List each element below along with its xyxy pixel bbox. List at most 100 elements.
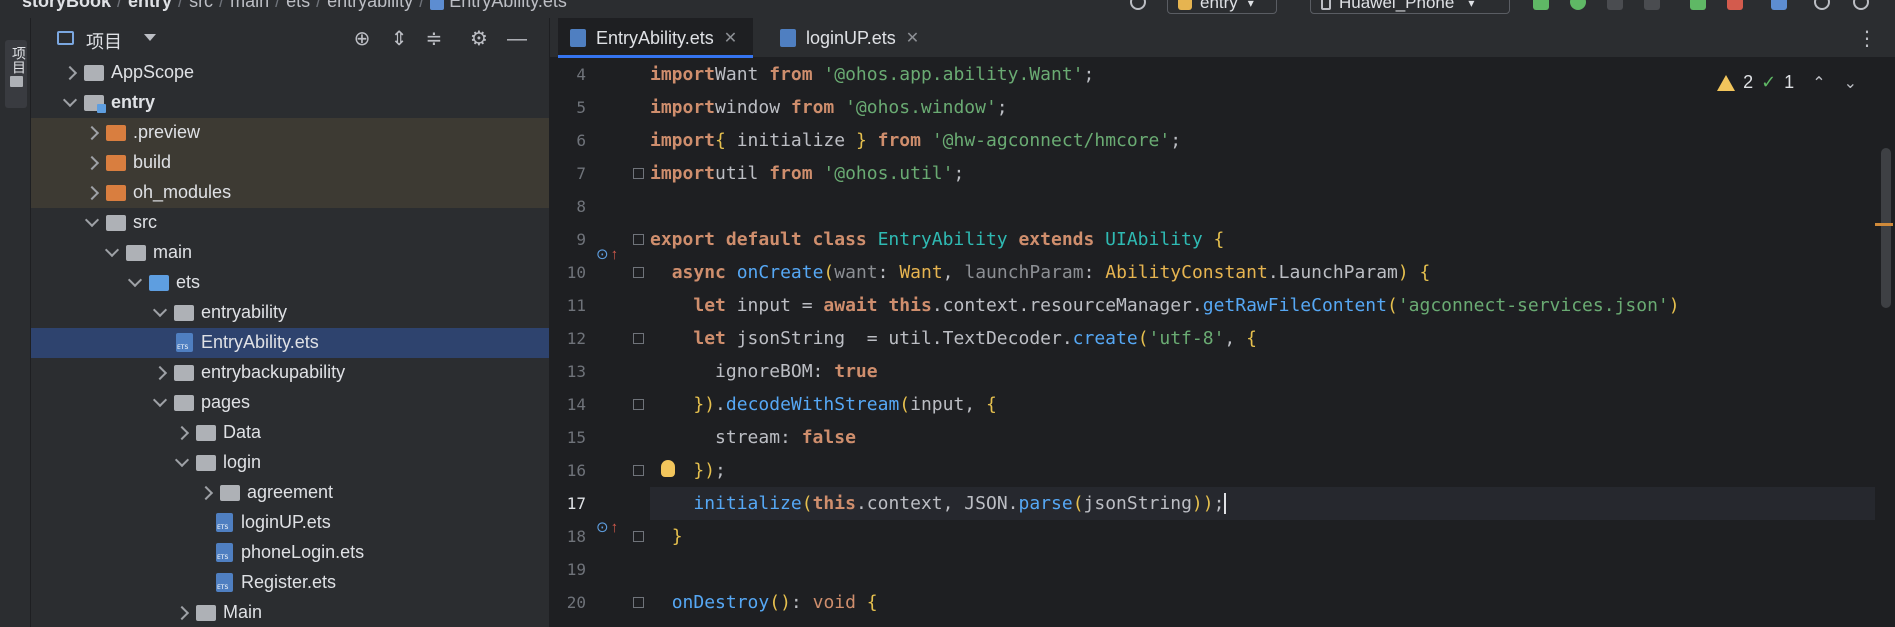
code-line[interactable]: initialize(this.context, JSON.parse(json… bbox=[650, 487, 1875, 520]
inspection-widget[interactable]: 2 ✓ 1 ⌃ ⌄ bbox=[1717, 72, 1857, 93]
code-line[interactable]: }).decodeWithStream(input, { bbox=[650, 388, 996, 421]
gear-icon[interactable] bbox=[1853, 0, 1869, 10]
tree-item[interactable]: AppScope bbox=[31, 58, 549, 88]
code-area[interactable]: importWant from '@ohos.app.ability.Want'… bbox=[650, 58, 1875, 627]
tree-item[interactable]: main bbox=[31, 238, 549, 268]
code-line[interactable]: export default class EntryAbility extend… bbox=[650, 223, 1224, 256]
device-manager-icon[interactable] bbox=[1771, 0, 1787, 10]
breadcrumb-item[interactable]: entry bbox=[128, 0, 172, 12]
more-tabs-icon[interactable]: ⋮ bbox=[1857, 26, 1877, 51]
tree-item[interactable]: ets bbox=[31, 268, 549, 298]
code-line[interactable]: } bbox=[650, 520, 683, 553]
fold-marker-icon[interactable] bbox=[633, 234, 644, 245]
code-line[interactable]: stream: false bbox=[650, 421, 856, 454]
tree-item[interactable]: entrybackupability bbox=[31, 358, 549, 388]
code-line[interactable]: async onCreate(want: Want, launchParam: … bbox=[650, 256, 1431, 289]
tree-item[interactable]: oh_modules bbox=[31, 178, 549, 208]
code-line[interactable]: importutil from '@ohos.util'; bbox=[650, 157, 964, 190]
chevron-right-icon[interactable] bbox=[84, 185, 100, 201]
tree-item[interactable]: src bbox=[31, 208, 549, 238]
chevron-down-icon[interactable] bbox=[62, 92, 78, 108]
chevron-down-icon[interactable] bbox=[174, 452, 190, 468]
chevron-down-icon[interactable] bbox=[127, 272, 143, 288]
apply-changes-icon[interactable] bbox=[1690, 0, 1706, 10]
chevron-down-icon[interactable] bbox=[152, 392, 168, 408]
fold-marker-icon[interactable] bbox=[633, 333, 644, 344]
breadcrumb-item[interactable]: EntryAbility.ets bbox=[449, 0, 567, 12]
warning-count: 2 bbox=[1743, 72, 1754, 92]
locate-file-icon[interactable]: ⊕ bbox=[351, 28, 373, 50]
stop-icon[interactable] bbox=[1727, 0, 1743, 10]
fold-marker-icon[interactable] bbox=[633, 267, 644, 278]
breadcrumb-separator: / bbox=[219, 0, 225, 11]
gear-icon[interactable]: ⚙ bbox=[468, 28, 490, 50]
tree-item[interactable]: build bbox=[31, 148, 549, 178]
chevron-right-icon[interactable] bbox=[84, 155, 100, 171]
code-line[interactable]: importWant from '@ohos.app.ability.Want'… bbox=[650, 58, 1094, 91]
tree-item[interactable]: entry bbox=[31, 88, 549, 118]
chevron-down-icon[interactable] bbox=[144, 34, 156, 41]
tree-item[interactable]: phoneLogin.ets bbox=[31, 538, 549, 568]
breadcrumb-item[interactable]: src bbox=[189, 0, 213, 12]
device-select[interactable]: Huawei_Phone ▾ bbox=[1310, 0, 1510, 14]
code-line[interactable]: let jsonString = util.TextDecoder.create… bbox=[650, 322, 1257, 355]
chevron-down-icon[interactable] bbox=[152, 302, 168, 318]
editor-scrollbar[interactable] bbox=[1875, 58, 1895, 627]
code-line[interactable]: import{ initialize } from '@hw-agconnect… bbox=[650, 124, 1181, 157]
tab-entryability[interactable]: EntryAbility.ets ✕ bbox=[558, 18, 753, 58]
fold-marker-icon[interactable] bbox=[633, 465, 644, 476]
implementing-method-icon[interactable]: ⊙ ↑ bbox=[596, 245, 618, 263]
chevron-right-icon[interactable] bbox=[174, 425, 190, 441]
code-line[interactable]: onDestroy(): void { bbox=[650, 586, 878, 619]
tree-item[interactable]: EntryAbility.ets bbox=[31, 328, 549, 358]
debug-icon[interactable] bbox=[1570, 0, 1586, 10]
breadcrumb-item[interactable]: entryability bbox=[327, 0, 413, 12]
expand-all-icon[interactable]: ⇕ bbox=[388, 28, 410, 50]
code-line[interactable]: }); bbox=[650, 454, 726, 487]
breadcrumb-item[interactable]: main bbox=[230, 0, 269, 12]
fold-marker-icon[interactable] bbox=[633, 399, 644, 410]
tree-item[interactable]: pages bbox=[31, 388, 549, 418]
tree-item[interactable]: Main bbox=[31, 598, 549, 627]
tree-item[interactable]: loginUP.ets bbox=[31, 508, 549, 538]
search-icon[interactable] bbox=[1814, 0, 1830, 10]
editor-scroll-thumb[interactable] bbox=[1881, 148, 1891, 308]
attach-debugger-icon[interactable] bbox=[1607, 0, 1623, 10]
fold-marker-icon[interactable] bbox=[633, 531, 644, 542]
tree-item[interactable]: entryability bbox=[31, 298, 549, 328]
chevron-right-icon[interactable] bbox=[198, 485, 214, 501]
chevron-right-icon[interactable] bbox=[174, 605, 190, 621]
hide-panel-icon[interactable]: — bbox=[506, 28, 528, 50]
chevron-down-icon[interactable] bbox=[104, 242, 120, 258]
chevron-right-icon[interactable] bbox=[62, 65, 78, 81]
collapse-all-icon[interactable]: ≑ bbox=[423, 28, 445, 50]
warning-marker[interactable] bbox=[1875, 223, 1893, 226]
chevron-right-icon[interactable] bbox=[84, 125, 100, 141]
tree-item[interactable]: Data bbox=[31, 418, 549, 448]
chevron-down-icon[interactable]: ⌄ bbox=[1844, 73, 1857, 93]
code-line[interactable]: ignoreBOM: true bbox=[650, 355, 878, 388]
close-icon[interactable]: ✕ bbox=[724, 28, 737, 48]
code-line[interactable]: let input = await this.context.resourceM… bbox=[650, 289, 1679, 322]
settings-icon[interactable] bbox=[1130, 0, 1146, 10]
project-panel-title[interactable]: 项目 bbox=[86, 28, 122, 54]
breadcrumb-item[interactable]: ets bbox=[286, 0, 310, 12]
close-icon[interactable]: ✕ bbox=[906, 28, 919, 48]
tab-loginup[interactable]: loginUP.ets ✕ bbox=[772, 18, 942, 58]
fold-marker-icon[interactable] bbox=[633, 597, 644, 608]
tree-item[interactable]: agreement bbox=[31, 478, 549, 508]
tree-item[interactable]: login bbox=[31, 448, 549, 478]
tree-item[interactable]: .preview bbox=[31, 118, 549, 148]
code-line[interactable]: importwindow from '@ohos.window'; bbox=[650, 91, 1008, 124]
chevron-right-icon[interactable] bbox=[152, 365, 168, 381]
run-icon[interactable] bbox=[1533, 0, 1549, 10]
chevron-up-icon[interactable]: ⌃ bbox=[1812, 73, 1825, 93]
breadcrumb-item[interactable]: storyBook bbox=[22, 0, 111, 12]
chevron-down-icon[interactable] bbox=[84, 212, 100, 228]
tree-item[interactable]: Register.ets bbox=[31, 568, 549, 598]
folder-icon bbox=[196, 455, 216, 471]
run-config-select[interactable]: entry ▾ bbox=[1167, 0, 1277, 14]
profile-icon[interactable] bbox=[1644, 0, 1660, 10]
implementing-method-icon[interactable]: ⊙ ↑ bbox=[596, 518, 618, 536]
fold-marker-icon[interactable] bbox=[633, 168, 644, 179]
